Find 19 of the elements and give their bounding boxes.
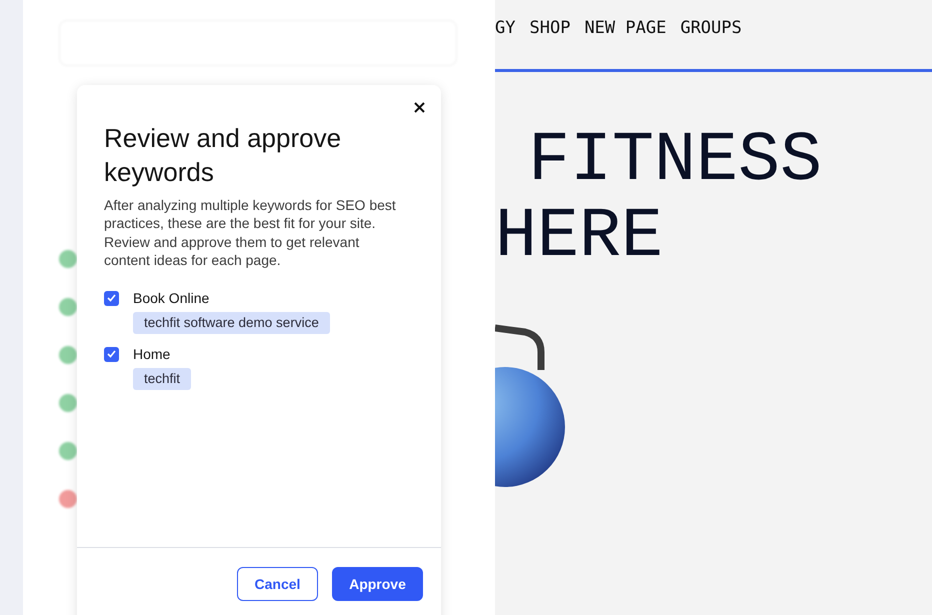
keyword-tag: techfit software demo service bbox=[133, 312, 330, 334]
dialog-title: Review and approve keywords bbox=[104, 122, 342, 189]
site-nav-link[interactable]: SHOP bbox=[529, 16, 570, 42]
checkmark-icon bbox=[107, 350, 116, 358]
approve-button[interactable]: Approve bbox=[332, 567, 423, 601]
page-checkbox[interactable] bbox=[104, 290, 119, 306]
close-icon bbox=[414, 102, 424, 112]
site-nav-link[interactable]: GY bbox=[495, 16, 516, 42]
dialog-description: After analyzing multiple keywords for SEO best practices, these are the best fit for your site. Review and approve them to get relevant content ideas for each page. bbox=[104, 196, 397, 270]
keyword-tag: techfit bbox=[133, 368, 192, 390]
checkmark-icon bbox=[107, 294, 116, 302]
site-nav-link[interactable]: GROUPS bbox=[680, 16, 742, 42]
hero-heading-line: HERE bbox=[495, 200, 664, 276]
hero-heading-line: FITNESS bbox=[527, 124, 824, 200]
cancel-button[interactable]: Cancel bbox=[237, 567, 318, 601]
page-checkbox[interactable] bbox=[104, 346, 119, 362]
page-name: Home bbox=[133, 344, 170, 364]
page-name: Book Online bbox=[133, 288, 210, 308]
site-nav-link[interactable]: NEW PAGE bbox=[584, 16, 666, 42]
